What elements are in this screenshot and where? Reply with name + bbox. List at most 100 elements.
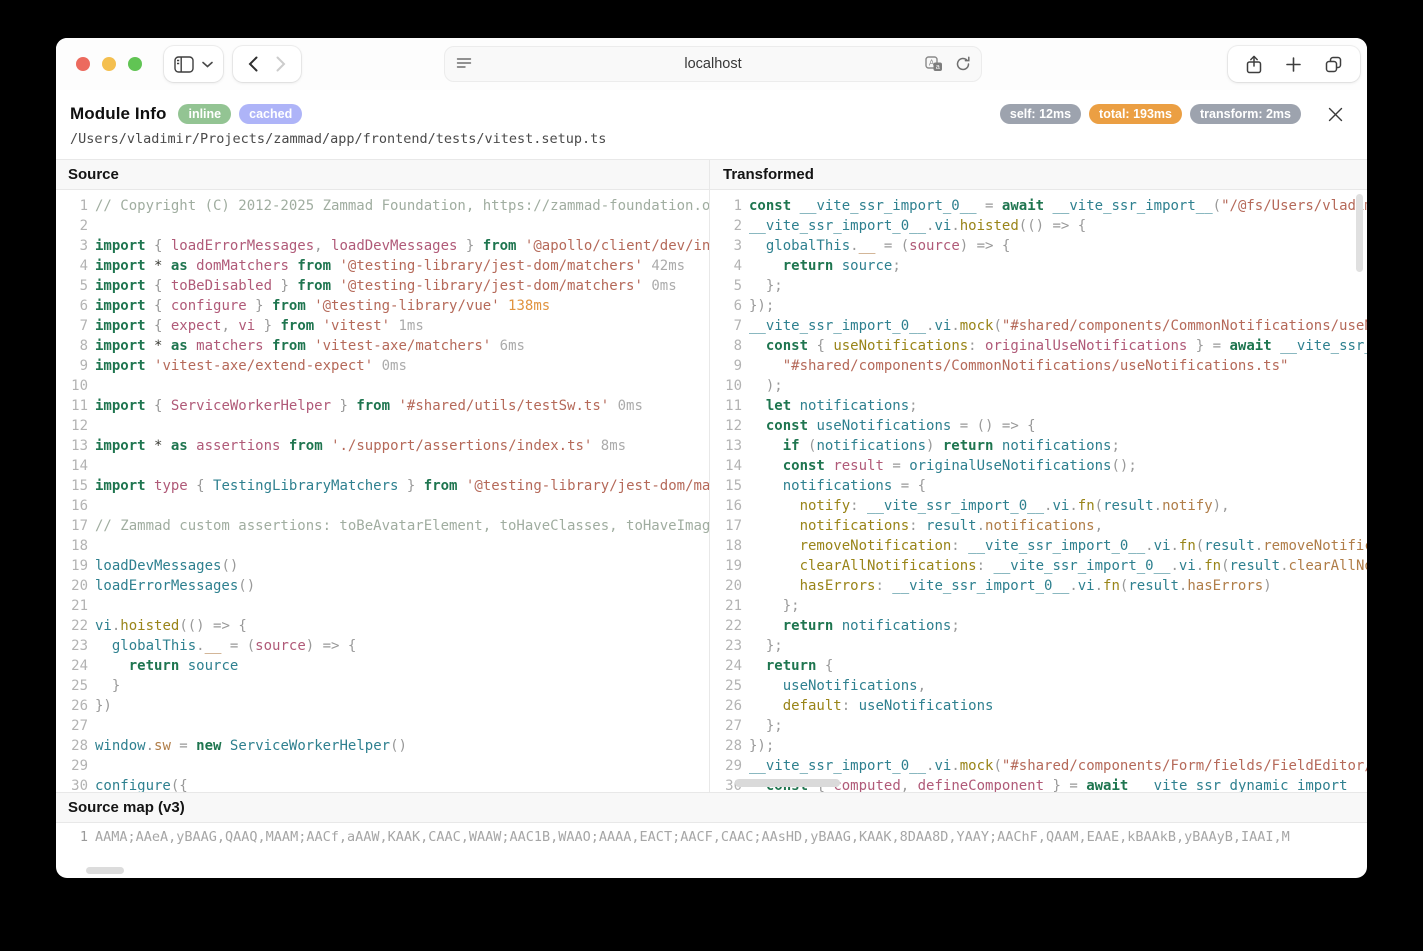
line-number: 20 (56, 576, 88, 596)
code-line: 20 hasErrors: __vite_ssr_import_0__.vi.f… (710, 576, 1367, 596)
line-number: 1 (56, 196, 88, 216)
code-line: 29__vite_ssr_import_0__.vi.mock("#shared… (710, 756, 1367, 776)
address-bar[interactable]: localhost A a (444, 46, 982, 82)
browser-window: localhost A a (56, 38, 1367, 878)
code-line: 13 if (notifications) return notificatio… (710, 436, 1367, 456)
line-number: 13 (56, 436, 88, 456)
chevron-down-icon[interactable] (202, 61, 213, 68)
share-icon[interactable] (1246, 55, 1262, 74)
line-number: 23 (710, 636, 742, 656)
code-line: 15import type { TestingLibraryMatchers }… (56, 476, 709, 496)
line-number: 15 (56, 476, 88, 496)
translate-icon[interactable]: A a (925, 56, 943, 72)
code-line: 9import 'vitest-axe/extend-expect' 0ms (56, 356, 709, 376)
line-number: 18 (710, 536, 742, 556)
code-line: 5 }; (710, 276, 1367, 296)
code-line: 1const __vite_ssr_import_0__ = await __v… (710, 196, 1367, 216)
sourcemap-line: 1AAMA;AAeA,yBAAG,QAAQ,MAAM;AACf,aAAW,KAA… (56, 823, 1367, 851)
zoom-window-button[interactable] (128, 57, 142, 71)
code-line: 14 const result = originalUseNotificatio… (710, 456, 1367, 476)
line-number: 12 (710, 416, 742, 436)
code-line: 25 } (56, 676, 709, 696)
transformed-panel-title: Transformed (710, 160, 1367, 189)
line-number: 13 (710, 436, 742, 456)
line-number: 7 (710, 316, 742, 336)
forward-button[interactable] (267, 50, 295, 78)
line-number: 27 (56, 716, 88, 736)
code-line: 23 globalThis.__ = (source) => { (56, 636, 709, 656)
code-line: 16 (56, 496, 709, 516)
line-number: 4 (710, 256, 742, 276)
code-line: 6import { configure } from '@testing-lib… (56, 296, 709, 316)
code-line: 10 (56, 376, 709, 396)
status-badge: cached (239, 104, 302, 124)
minimize-window-button[interactable] (102, 57, 116, 71)
code-line: 9 "#shared/components/CommonNotification… (710, 356, 1367, 376)
svg-text:a: a (936, 64, 940, 71)
close-panel-button[interactable] (1325, 104, 1345, 124)
line-number: 14 (56, 456, 88, 476)
module-file-path: /Users/vladimir/Projects/zammad/app/fron… (70, 131, 1351, 147)
status-badge: transform: 2ms (1190, 104, 1301, 124)
line-number: 14 (710, 456, 742, 476)
browser-chrome: localhost A a (56, 38, 1367, 90)
transformed-code-pane[interactable]: 1const __vite_ssr_import_0__ = await __v… (710, 190, 1367, 792)
code-line: 6}); (710, 296, 1367, 316)
line-number: 6 (56, 296, 88, 316)
new-tab-icon[interactable] (1286, 57, 1301, 72)
status-badge: self: 12ms (1000, 104, 1081, 124)
code-line: 21 (56, 596, 709, 616)
code-line: 12 (56, 416, 709, 436)
source-panel-title: Source (56, 160, 710, 189)
line-number: 29 (710, 756, 742, 776)
code-line: 28}); (710, 736, 1367, 756)
horizontal-scrollbar-transformed[interactable] (735, 779, 840, 787)
code-line: 27 (56, 716, 709, 736)
close-window-button[interactable] (76, 57, 90, 71)
line-number: 25 (56, 676, 88, 696)
code-line: 8 const { useNotifications: originalUseN… (710, 336, 1367, 356)
window-actions (1228, 46, 1360, 82)
line-number: 24 (56, 656, 88, 676)
code-line: 18 removeNotification: __vite_ssr_import… (710, 536, 1367, 556)
line-number: 9 (710, 356, 742, 376)
code-line: 12 const useNotifications = () => { (710, 416, 1367, 436)
line-number: 27 (710, 716, 742, 736)
code-line: 30configure({ (56, 776, 709, 792)
line-number: 30 (56, 776, 88, 792)
code-line: 7__vite_ssr_import_0__.vi.mock("#shared/… (710, 316, 1367, 336)
status-badge: total: 193ms (1089, 104, 1182, 124)
tab-overview-icon[interactable] (1325, 56, 1342, 73)
timing-badges: self: 12ms total: 193ms transform: 2ms (1000, 104, 1301, 124)
code-line: 1// Copyright (C) 2012-2025 Zammad Found… (56, 196, 709, 216)
line-number: 23 (56, 636, 88, 656)
vertical-scrollbar[interactable] (1356, 194, 1363, 272)
line-number: 15 (710, 476, 742, 496)
line-number: 16 (56, 496, 88, 516)
source-code-pane[interactable]: 1// Copyright (C) 2012-2025 Zammad Found… (56, 190, 710, 792)
reload-icon[interactable] (955, 56, 971, 72)
code-line: 7import { expect, vi } from 'vitest' 1ms (56, 316, 709, 336)
horizontal-scrollbar-sourcemap[interactable] (86, 867, 124, 874)
line-number: 22 (56, 616, 88, 636)
code-line: 24 return source (56, 656, 709, 676)
back-button[interactable] (239, 50, 267, 78)
line-number: 6 (710, 296, 742, 316)
line-number: 26 (710, 696, 742, 716)
code-line: 2__vite_ssr_import_0__.vi.hoisted(() => … (710, 216, 1367, 236)
code-line: 13import * as assertions from './support… (56, 436, 709, 456)
code-line: 17// Zammad custom assertions: toBeAvata… (56, 516, 709, 536)
code-line: 22 return notifications; (710, 616, 1367, 636)
line-number: 28 (710, 736, 742, 756)
line-number: 19 (56, 556, 88, 576)
sidebar-toggle-icon[interactable] (174, 56, 194, 73)
line-number: 11 (710, 396, 742, 416)
line-number: 18 (56, 536, 88, 556)
code-line: 10 ); (710, 376, 1367, 396)
page-title: Module Info (70, 104, 166, 124)
code-line: 17 notifications: result.notifications, (710, 516, 1367, 536)
line-number: 24 (710, 656, 742, 676)
line-number: 3 (710, 236, 742, 256)
line-number: 16 (710, 496, 742, 516)
line-number: 20 (710, 576, 742, 596)
